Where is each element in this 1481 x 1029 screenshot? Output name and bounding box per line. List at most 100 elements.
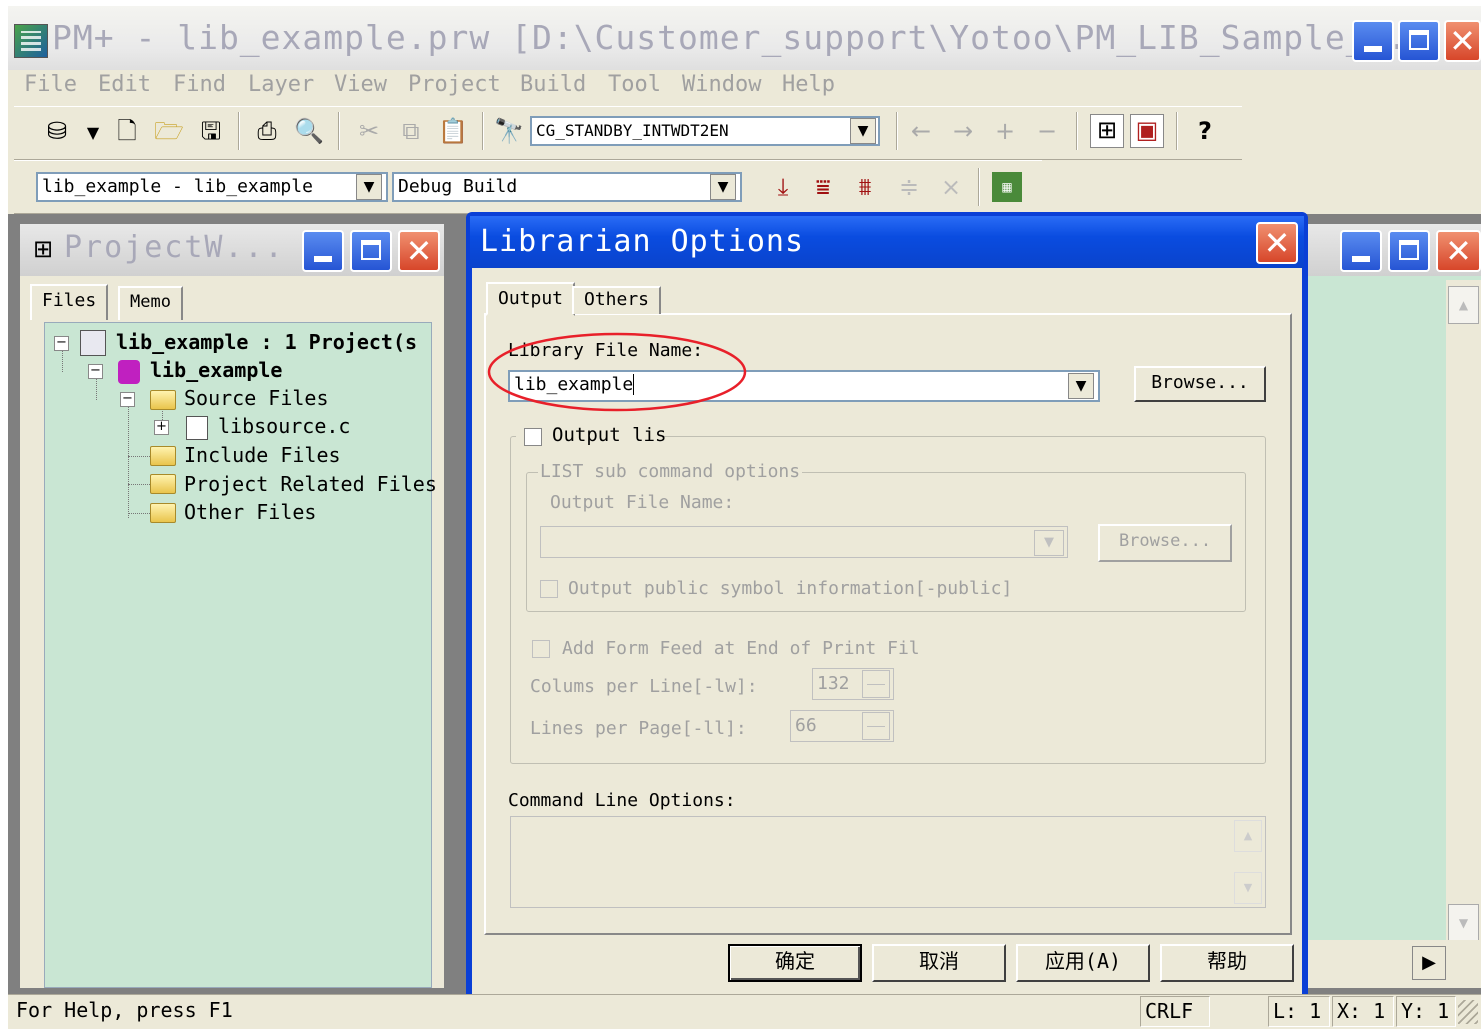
tree-item-source-files[interactable]: Source Files <box>184 386 329 410</box>
new-file-icon[interactable]: 🗋 <box>112 116 142 146</box>
command-line-textarea[interactable] <box>510 816 1266 908</box>
menu-view[interactable]: View <box>334 72 387 97</box>
output-file-name-input[interactable] <box>540 526 1068 558</box>
build-all-icon[interactable]: ⩩ <box>850 172 880 202</box>
form-feed-checkbox[interactable] <box>532 640 550 658</box>
menu-tool[interactable]: Tool <box>608 72 661 97</box>
scroll-down-icon: ▼ <box>1234 872 1262 904</box>
toolbar-separator <box>1176 112 1178 150</box>
c-file-icon <box>186 416 208 440</box>
menu-build[interactable]: Build <box>520 72 586 97</box>
spin-updown-icon[interactable] <box>862 670 890 698</box>
build-config-combo[interactable]: Debug Build <box>392 172 742 202</box>
chevron-down-icon[interactable]: ▼ <box>1068 373 1094 399</box>
rebuild-icon[interactable]: ⩸ <box>808 172 838 202</box>
editor-maximize-button[interactable] <box>1388 230 1430 272</box>
scroll-up-icon: ▲ <box>1234 820 1262 852</box>
browse-output-button[interactable]: Browse... <box>1098 524 1232 562</box>
toolbar-separator <box>1076 112 1078 150</box>
open-file-icon[interactable]: 🗁 <box>154 116 184 146</box>
tree-item-other-files[interactable]: Other Files <box>184 500 316 524</box>
menu-file[interactable]: File <box>24 72 77 97</box>
menu-help[interactable]: Help <box>782 72 835 97</box>
tree-item-libsource[interactable]: libsource.c <box>218 414 350 438</box>
expand-icon[interactable]: + <box>154 420 169 435</box>
app-icon[interactable] <box>14 24 48 58</box>
collapse-icon[interactable]: − <box>54 336 69 351</box>
build-icon[interactable]: ⤓ <box>768 172 798 202</box>
project-maximize-button[interactable] <box>350 230 392 272</box>
tab-others[interactable]: Others <box>572 286 662 314</box>
tree-line <box>128 456 150 457</box>
menu-project[interactable]: Project <box>408 72 501 97</box>
tab-files[interactable]: Files <box>30 284 109 320</box>
dropdown-arrow-icon[interactable]: ▼ <box>78 118 108 148</box>
tree-item-project[interactable]: lib_example <box>150 358 282 382</box>
scroll-right-icon[interactable]: ▶ <box>1412 946 1446 980</box>
scroll-down-icon[interactable]: ▼ <box>1448 904 1479 942</box>
cancel-button[interactable]: 取消 <box>872 944 1006 982</box>
close-button[interactable]: ✕ <box>1444 20 1481 62</box>
tab-memo[interactable]: Memo <box>118 286 183 320</box>
tab-output[interactable]: Output <box>486 282 576 316</box>
output-window-icon[interactable]: ▣ <box>1130 114 1164 148</box>
project-combo[interactable]: lib_example - lib_example <box>36 172 388 202</box>
collapse-icon[interactable]: − <box>88 364 103 379</box>
clean-icon[interactable]: ⨯ <box>936 172 966 202</box>
menu-find[interactable]: Find <box>173 72 226 97</box>
spin-updown-icon[interactable] <box>862 712 890 740</box>
paste-icon[interactable]: 📋 <box>438 116 468 146</box>
help-icon[interactable]: ? <box>1190 116 1220 146</box>
back-icon[interactable]: ← <box>906 116 936 146</box>
editor-close-button[interactable]: ✕ <box>1436 230 1481 272</box>
symbol-combo[interactable]: CG_STANDBY_INTWDT2EN <box>530 116 880 146</box>
maximize-icon <box>1399 240 1419 260</box>
project-close-button[interactable]: ✕ <box>398 230 440 272</box>
tree-item-project-related-files[interactable]: Project Related Files <box>184 472 437 496</box>
find-symbol-icon[interactable]: 🔭 <box>494 116 524 146</box>
dialog-close-button[interactable]: ✕ <box>1256 222 1298 264</box>
print-icon[interactable]: ⎙ <box>252 116 282 146</box>
print-preview-icon[interactable]: 🔍 <box>294 116 324 146</box>
remove-bookmark-icon[interactable]: − <box>1032 116 1062 146</box>
menu-edit[interactable]: Edit <box>98 72 151 97</box>
collapse-icon[interactable]: − <box>120 392 135 407</box>
close-icon: ✕ <box>1449 22 1476 60</box>
resize-grip-icon[interactable] <box>1458 1000 1478 1024</box>
save-icon[interactable]: 🖫 <box>196 116 226 146</box>
tree-line <box>96 376 97 400</box>
project-combo-value: lib_example - lib_example <box>42 176 313 197</box>
scroll-up-icon[interactable]: ▲ <box>1448 286 1479 324</box>
apply-button[interactable]: 应用(A) <box>1016 944 1150 982</box>
tree-item-include-files[interactable]: Include Files <box>184 443 341 467</box>
horizontal-scrollbar[interactable] <box>1308 940 1481 988</box>
chevron-down-icon[interactable]: ▼ <box>850 118 876 144</box>
ok-button[interactable]: 确定 <box>728 944 862 982</box>
minimize-button[interactable] <box>1352 20 1394 62</box>
chevron-down-icon: ▼ <box>1034 530 1064 556</box>
tree-item-workspace[interactable]: lib_example : 1 Project(s <box>116 330 417 354</box>
project-window-icon[interactable]: ⊞ <box>1090 114 1124 148</box>
menu-layer[interactable]: Layer <box>248 72 314 97</box>
open-project-icon[interactable]: ⛁ <box>42 116 72 146</box>
cut-icon[interactable]: ✂ <box>354 116 384 146</box>
stop-build-icon[interactable]: ≑ <box>894 172 924 202</box>
copy-icon[interactable]: ⧉ <box>396 116 426 146</box>
toolbar-separator <box>238 112 240 150</box>
output-list-checkbox[interactable] <box>524 428 542 446</box>
chevron-down-icon[interactable]: ▼ <box>356 174 382 200</box>
add-bookmark-icon[interactable]: + <box>990 116 1020 146</box>
vertical-scrollbar[interactable] <box>1446 280 1481 940</box>
menu-window[interactable]: Window <box>682 72 761 97</box>
forward-icon[interactable]: → <box>948 116 978 146</box>
maximize-button[interactable] <box>1398 20 1440 62</box>
debugger-icon[interactable]: ▦ <box>992 172 1022 202</box>
folder-open-icon <box>150 390 176 410</box>
browse-button[interactable]: Browse... <box>1134 366 1266 402</box>
public-symbol-checkbox[interactable] <box>540 580 558 598</box>
chevron-down-icon[interactable]: ▼ <box>710 174 736 200</box>
form-feed-label: Add Form Feed at End of Print Fil <box>562 638 920 659</box>
help-button[interactable]: 帮助 <box>1160 944 1294 982</box>
project-minimize-button[interactable] <box>302 230 344 272</box>
editor-minimize-button[interactable] <box>1340 230 1382 272</box>
